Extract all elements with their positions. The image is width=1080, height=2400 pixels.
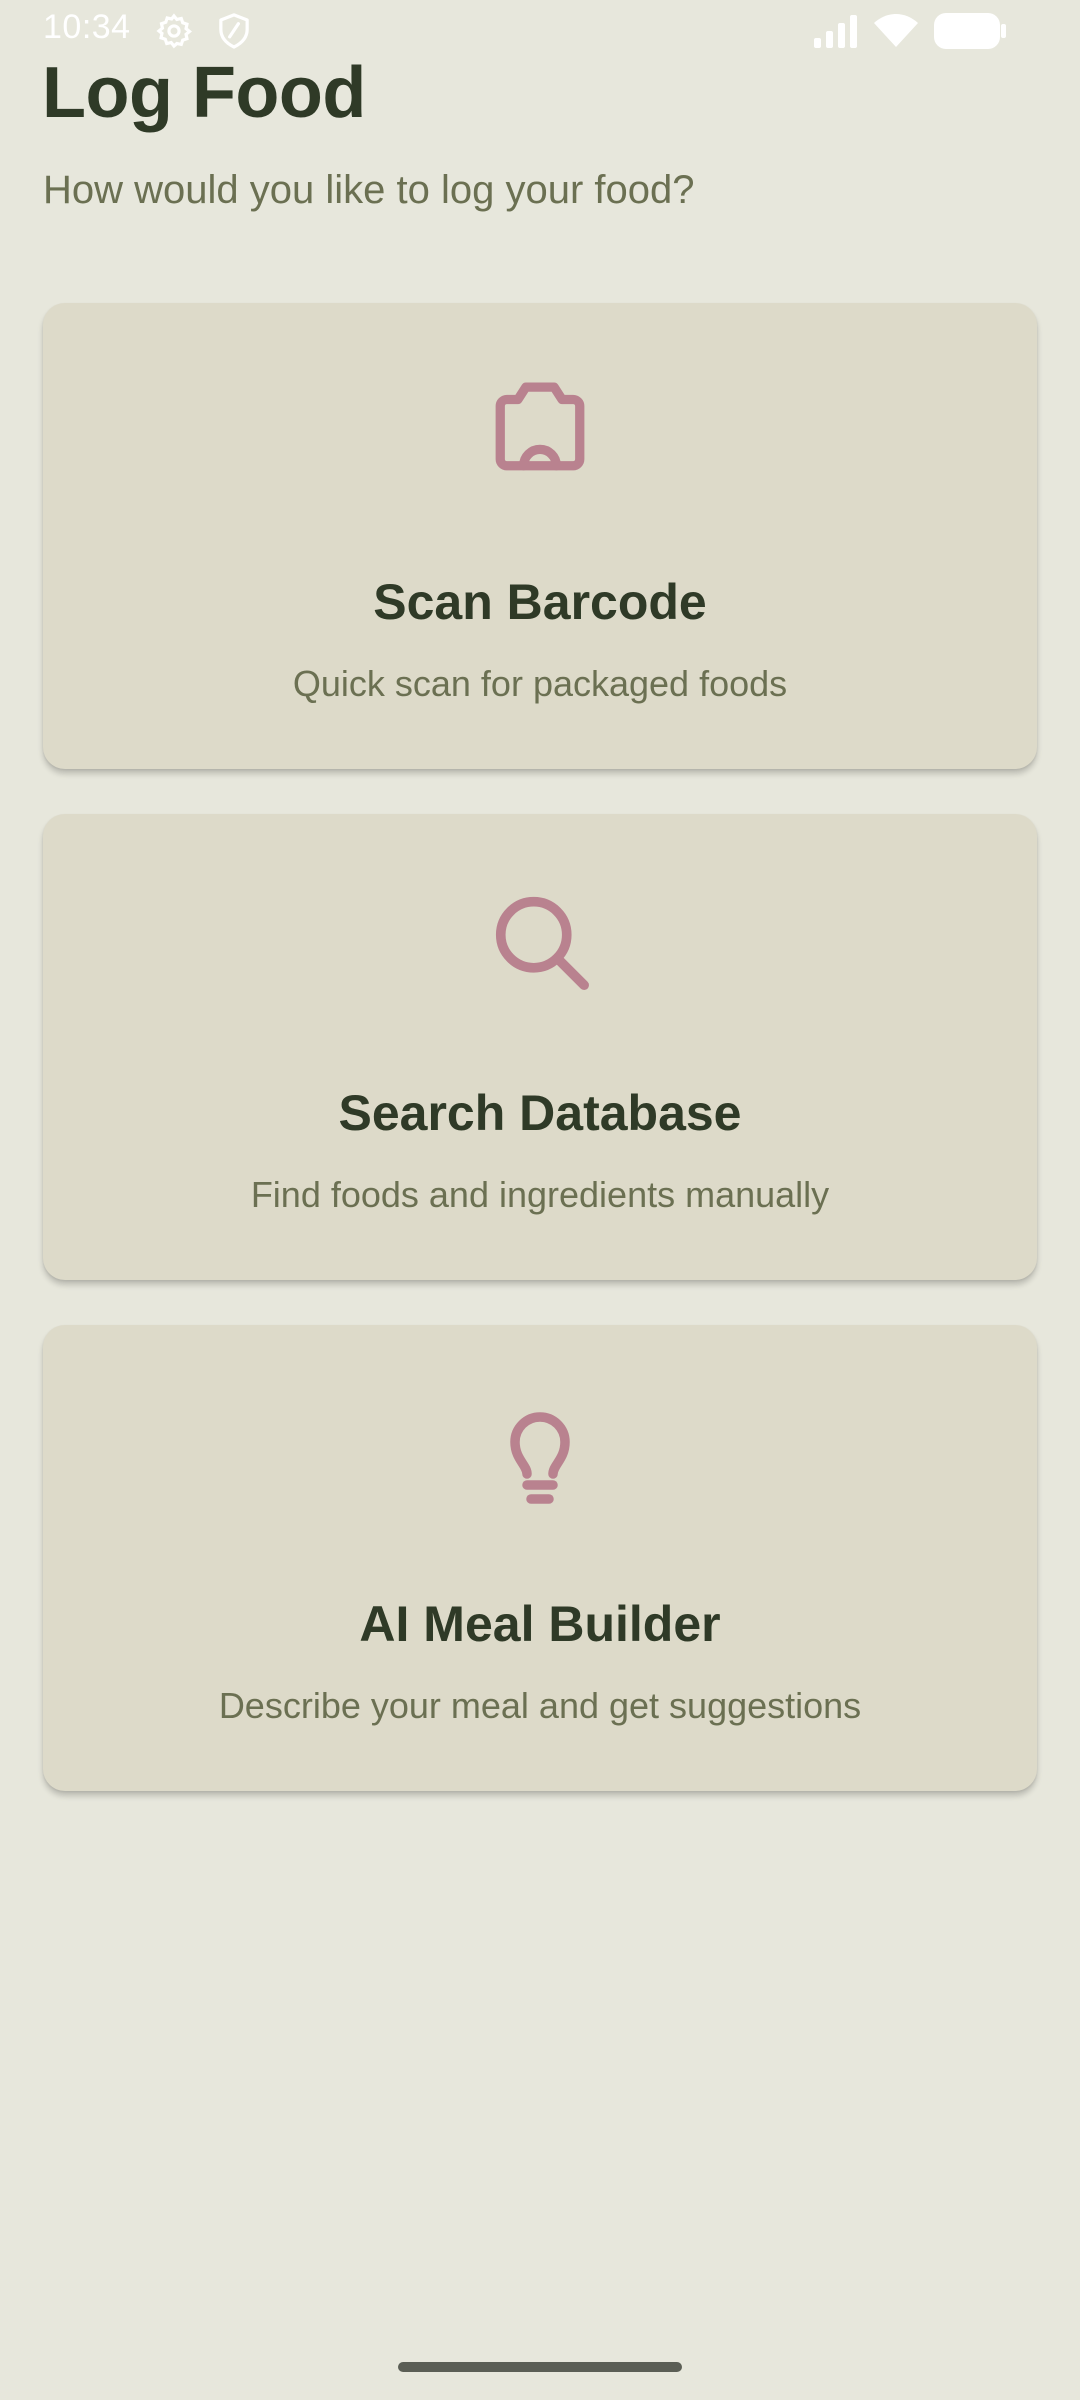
page-subtitle: How would you like to log your food? xyxy=(43,168,695,212)
lightbulb-icon xyxy=(510,1412,570,1504)
status-time: 10:34 xyxy=(43,8,131,46)
search-icon xyxy=(495,896,589,990)
ai-meal-builder-card[interactable]: AI Meal Builder Describe your meal and g… xyxy=(43,1325,1037,1791)
status-bar: 10:34 xyxy=(0,0,1080,60)
search-database-description: Find foods and ingredients manually xyxy=(250,1174,830,1215)
wifi-icon xyxy=(874,14,918,47)
ai-meal-builder-description: Describe your meal and get suggestions xyxy=(218,1685,862,1726)
ai-meal-builder-title: AI Meal Builder xyxy=(359,1596,721,1652)
gear-icon xyxy=(156,13,193,49)
scan-barcode-title: Scan Barcode xyxy=(373,574,707,630)
page-title: Log Food xyxy=(42,53,366,133)
home-indicator[interactable] xyxy=(398,2362,682,2372)
scan-barcode-description: Quick scan for packaged foods xyxy=(292,663,788,704)
battery-icon xyxy=(934,13,1006,49)
scan-barcode-card[interactable]: Scan Barcode Quick scan for packaged foo… xyxy=(43,303,1037,769)
camera-icon xyxy=(495,382,585,471)
shield-icon xyxy=(219,13,249,49)
search-database-card[interactable]: Search Database Find foods and ingredien… xyxy=(43,814,1037,1280)
search-database-title: Search Database xyxy=(338,1085,742,1141)
signal-icon xyxy=(814,15,857,48)
